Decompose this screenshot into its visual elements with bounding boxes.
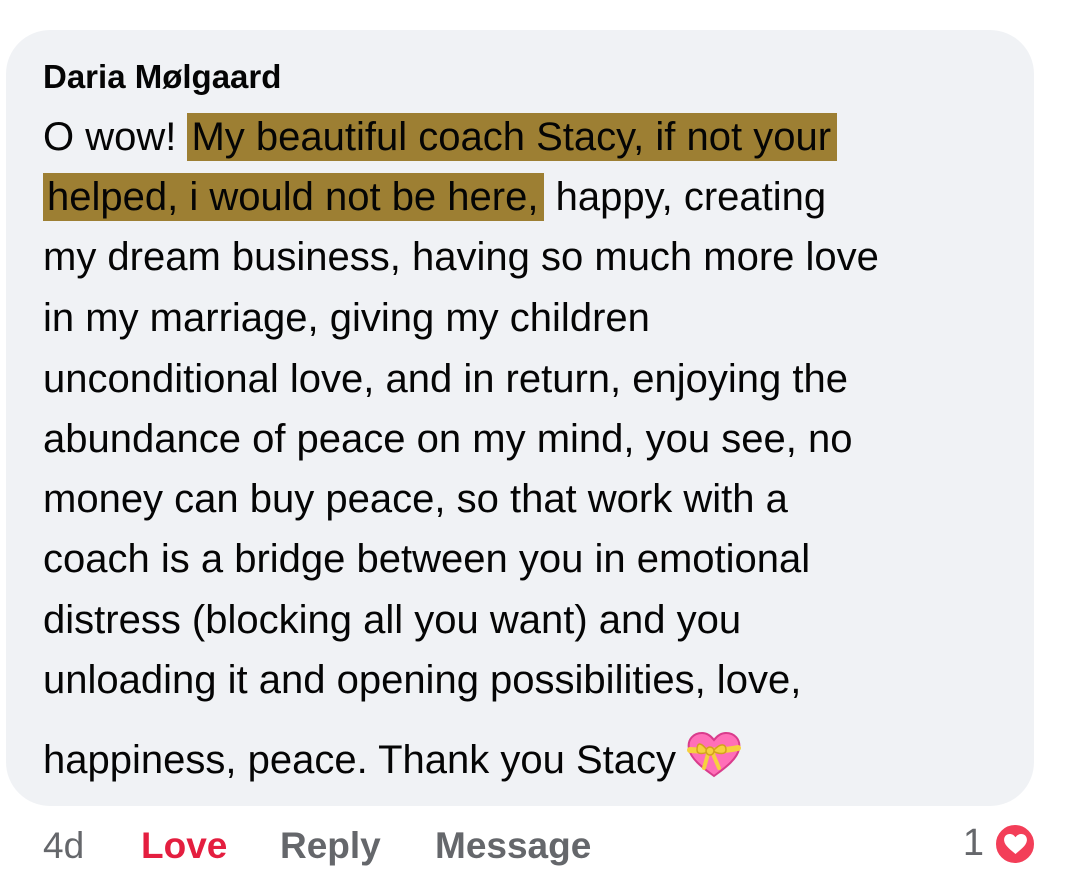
comment-line-4: in my marriage, giving my children — [43, 296, 650, 340]
comment-line-8: coach is a bridge between you in emotion… — [43, 537, 811, 581]
heart-with-ribbon-icon — [686, 731, 742, 791]
comment-line-5: unconditional love, and in return, enjoy… — [43, 357, 848, 401]
love-reaction-button[interactable]: Love — [141, 826, 227, 866]
comment-line-9: distress (blocking all you want) and you — [43, 598, 742, 642]
comment-line-text: O wow! — [43, 115, 188, 159]
reaction-summary[interactable]: 1 — [963, 820, 1038, 868]
comment-line-11: happiness, peace. Thank you Stacy — [43, 731, 742, 791]
highlighted-comment-text: helped, i would not be here, — [43, 173, 545, 221]
comment-line-text: happy, creating — [544, 175, 827, 219]
reaction-count: 1 — [962, 822, 984, 864]
comment-line-text: happiness, peace. Thank you Stacy — [43, 738, 677, 782]
comment-line-10: unloading it and opening possibilities, … — [43, 658, 802, 702]
comment-line-3: my dream business, having so much more l… — [43, 235, 879, 279]
reply-button[interactable]: Reply — [280, 826, 381, 866]
comment-line-1: O wow! My beautiful coach Stacy, if not … — [43, 112, 838, 162]
comment-line-2: helped, i would not be here, happy, crea… — [43, 172, 826, 222]
comment-line-6: abundance of peace on my mind, you see, … — [43, 417, 853, 461]
message-button[interactable]: Message — [435, 826, 591, 866]
comment-timestamp[interactable]: 4d — [43, 826, 84, 866]
highlighted-comment-text: My beautiful coach Stacy, if not your — [187, 113, 838, 161]
comment-author-name[interactable]: Daria Mølgaard — [43, 58, 281, 96]
comment-line-7: money can buy peace, so that work with a — [43, 477, 788, 521]
heart-reaction-icon — [992, 821, 1038, 867]
